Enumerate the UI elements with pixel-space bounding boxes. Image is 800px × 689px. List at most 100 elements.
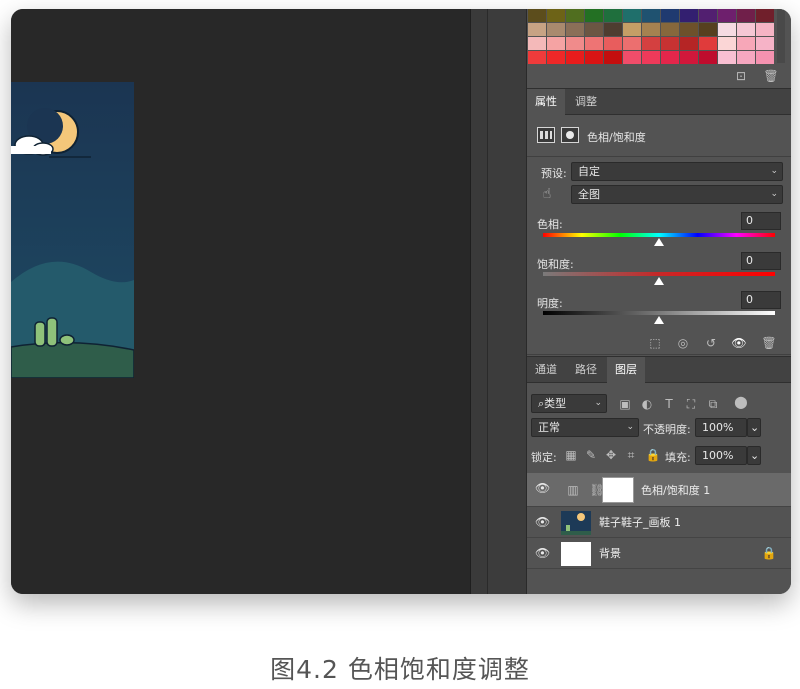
target-adjust-hand-icon[interactable]: ☝ bbox=[539, 187, 555, 201]
color-swatch[interactable] bbox=[756, 23, 775, 37]
saturation-slider-track[interactable] bbox=[543, 272, 775, 276]
trash-icon[interactable]: 🗑 bbox=[763, 69, 779, 83]
saturation-slider-thumb[interactable] bbox=[654, 277, 664, 285]
color-swatch[interactable] bbox=[680, 23, 699, 37]
tab-paths[interactable]: 路径 bbox=[567, 357, 605, 383]
lock-transparent-icon[interactable]: ▦ bbox=[563, 448, 579, 462]
color-swatch[interactable] bbox=[680, 9, 699, 23]
tab-channels[interactable]: 通道 bbox=[527, 357, 565, 383]
visibility-eye-icon[interactable]: 👁 bbox=[535, 546, 550, 560]
visibility-eye-icon[interactable]: 👁 bbox=[731, 336, 747, 350]
tab-properties[interactable]: 属性 bbox=[527, 89, 565, 115]
color-swatch[interactable] bbox=[585, 37, 604, 51]
color-swatch[interactable] bbox=[718, 9, 737, 23]
color-swatch[interactable] bbox=[604, 37, 623, 51]
color-swatch[interactable] bbox=[737, 23, 756, 37]
swatches-grid[interactable] bbox=[528, 9, 775, 65]
color-swatch[interactable] bbox=[699, 9, 718, 23]
lightness-slider-thumb[interactable] bbox=[654, 316, 664, 324]
layer-name[interactable]: 鞋子鞋子_画板 1 bbox=[599, 516, 681, 530]
color-swatch[interactable] bbox=[756, 51, 775, 65]
visibility-eye-icon[interactable]: 👁 bbox=[535, 515, 550, 529]
fill-dropdown[interactable]: ⌄ bbox=[747, 446, 761, 465]
color-swatch[interactable] bbox=[756, 37, 775, 51]
hue-input[interactable]: 0 bbox=[741, 212, 781, 230]
saturation-input[interactable]: 0 bbox=[741, 252, 781, 270]
color-swatch[interactable] bbox=[528, 23, 547, 37]
color-swatch[interactable] bbox=[661, 37, 680, 51]
color-swatch[interactable] bbox=[604, 23, 623, 37]
color-swatch[interactable] bbox=[661, 23, 680, 37]
color-swatch[interactable] bbox=[661, 9, 680, 23]
new-swatch-icon[interactable]: ⊡ bbox=[733, 69, 749, 83]
color-swatch[interactable] bbox=[699, 51, 718, 65]
color-swatch[interactable] bbox=[623, 23, 642, 37]
color-swatch[interactable] bbox=[642, 37, 661, 51]
color-swatch[interactable] bbox=[566, 51, 585, 65]
lock-position-icon[interactable]: ✥ bbox=[603, 448, 619, 462]
filter-smart-object-icon[interactable]: ⧉ bbox=[705, 397, 721, 411]
trash-icon[interactable]: 🗑 bbox=[761, 336, 777, 350]
preset-dropdown[interactable]: 自定 ⌄ bbox=[571, 162, 783, 181]
color-swatch[interactable] bbox=[547, 9, 566, 23]
canvas-scrollbar[interactable] bbox=[470, 9, 487, 594]
view-previous-icon[interactable]: ◎ bbox=[675, 336, 691, 350]
color-swatch[interactable] bbox=[547, 37, 566, 51]
color-swatch[interactable] bbox=[642, 23, 661, 37]
color-swatch[interactable] bbox=[585, 23, 604, 37]
artboard-preview[interactable] bbox=[11, 82, 134, 378]
color-swatch[interactable] bbox=[737, 9, 756, 23]
opacity-field[interactable]: 100% bbox=[695, 418, 747, 437]
color-swatch[interactable] bbox=[699, 23, 718, 37]
color-swatch[interactable] bbox=[718, 37, 737, 51]
color-swatch[interactable] bbox=[547, 23, 566, 37]
color-swatch[interactable] bbox=[623, 9, 642, 23]
layer-row-hue-saturation[interactable]: 👁 ▥ ⛓ 色相/饱和度 1 bbox=[527, 473, 791, 507]
clip-to-layer-icon[interactable]: ⬚ bbox=[647, 336, 663, 350]
color-swatch[interactable] bbox=[661, 51, 680, 65]
color-swatch[interactable] bbox=[756, 9, 775, 23]
hue-slider-track[interactable] bbox=[543, 233, 775, 237]
color-swatch[interactable] bbox=[718, 51, 737, 65]
lock-artboard-icon[interactable]: ⌗ bbox=[623, 448, 639, 462]
color-swatch[interactable] bbox=[604, 51, 623, 65]
color-swatch[interactable] bbox=[680, 51, 699, 65]
color-swatch[interactable] bbox=[604, 9, 623, 23]
lock-all-icon[interactable]: 🔒 bbox=[645, 448, 661, 462]
filter-toggle-icon[interactable]: ⬤ bbox=[733, 395, 749, 409]
color-swatch[interactable] bbox=[585, 9, 604, 23]
color-swatch[interactable] bbox=[699, 37, 718, 51]
filter-pixel-icon[interactable]: ▣ bbox=[617, 397, 633, 411]
color-swatch[interactable] bbox=[623, 37, 642, 51]
filter-shape-icon[interactable]: ⛶ bbox=[683, 397, 699, 411]
opacity-dropdown[interactable]: ⌄ bbox=[747, 418, 761, 437]
filter-kind-dropdown[interactable]: ⌕类型 ⌄ bbox=[531, 394, 607, 413]
reset-icon[interactable]: ↺ bbox=[703, 336, 719, 350]
visibility-eye-icon[interactable]: 👁 bbox=[535, 481, 550, 495]
color-swatch[interactable] bbox=[642, 51, 661, 65]
layer-mask-thumbnail[interactable] bbox=[602, 477, 634, 503]
fill-field[interactable]: 100% bbox=[695, 446, 747, 465]
blend-mode-dropdown[interactable]: 正常 ⌄ bbox=[531, 418, 639, 437]
color-swatch[interactable] bbox=[718, 23, 737, 37]
lightness-slider-track[interactable] bbox=[543, 311, 775, 315]
color-swatch[interactable] bbox=[737, 51, 756, 65]
layer-row-artboard[interactable]: 👁 鞋子鞋子_画板 1 bbox=[527, 507, 791, 538]
color-swatch[interactable] bbox=[642, 9, 661, 23]
range-dropdown[interactable]: 全图 ⌄ bbox=[571, 185, 783, 204]
color-swatch[interactable] bbox=[528, 51, 547, 65]
layer-name[interactable]: 背景 bbox=[599, 547, 621, 561]
tab-layers[interactable]: 图层 bbox=[607, 357, 645, 383]
color-swatch[interactable] bbox=[566, 9, 585, 23]
filter-type-icon[interactable]: T bbox=[661, 397, 677, 411]
color-swatch[interactable] bbox=[566, 37, 585, 51]
canvas-area[interactable] bbox=[11, 9, 470, 594]
swatches-scrollbar[interactable] bbox=[777, 9, 785, 63]
layer-mask-icon[interactable] bbox=[561, 127, 579, 143]
lock-image-icon[interactable]: ✎ bbox=[583, 448, 599, 462]
tab-adjustments[interactable]: 调整 bbox=[567, 89, 605, 115]
color-swatch[interactable] bbox=[623, 51, 642, 65]
filter-adjustment-icon[interactable]: ◐ bbox=[639, 397, 655, 411]
color-swatch[interactable] bbox=[737, 37, 756, 51]
color-swatch[interactable] bbox=[680, 37, 699, 51]
